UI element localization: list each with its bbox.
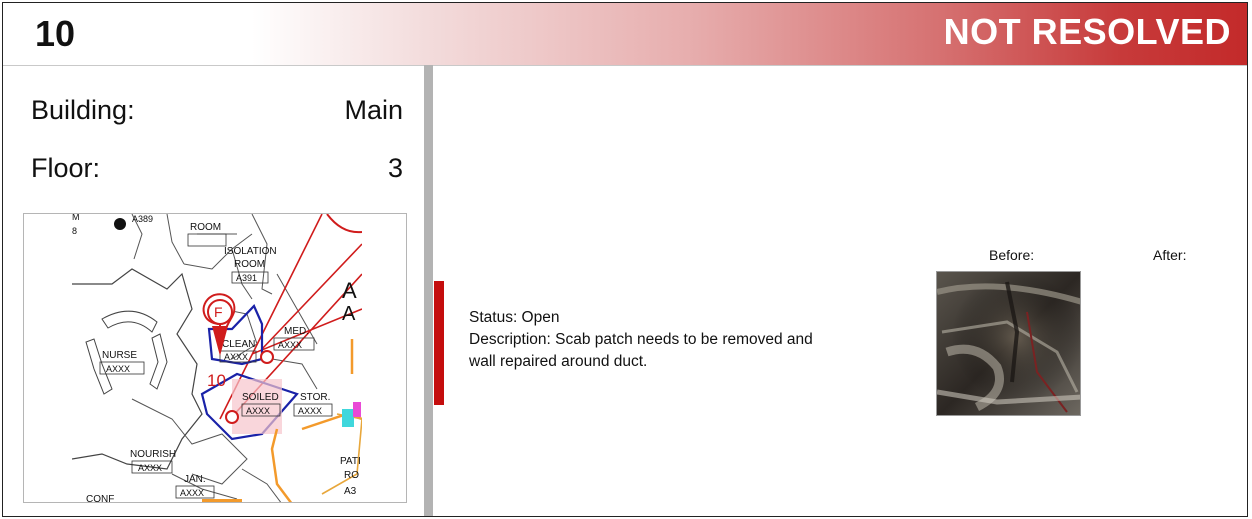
pin-number: 10 [207,371,226,390]
before-photo[interactable] [936,271,1081,416]
map-label-conf: CONF [86,494,114,503]
issue-card: 10 NOT RESOLVED Building: Main Floor: 3 [2,2,1248,517]
map-label-a3: A3 [344,486,357,497]
panel-divider [424,65,433,516]
building-label: Building: [31,95,135,125]
map-label-axxx-stor: AXXX [298,406,322,416]
pin-letter: F [214,304,223,320]
status-line: Status: Open [469,309,560,326]
status-marker [434,281,444,405]
description-line-1: Description: Scab patch needs to be remo… [469,331,813,348]
resolution-status: NOT RESOLVED [943,11,1231,52]
map-label-a389: A389 [132,214,153,224]
map-label-isolation: ISOLATION [224,246,277,257]
map-label-axxx-jan: AXXX [180,488,204,498]
map-label-nurse: NURSE [102,350,137,361]
map-label-nourish: NOURISH [130,449,176,460]
map-label-soiled: SOILED [242,392,279,403]
location-panel: Building: Main Floor: 3 M 8 A389 ROOM IS… [3,65,423,516]
map-label-room2: ROOM [234,259,265,270]
map-label-med: MED. [284,326,309,337]
map-label-edge-a: A [342,278,357,303]
description-line-2: wall repaired around duct. [469,353,648,370]
floor-plan-map: M 8 A389 ROOM ISOLATION ROOM A391 NURSE … [23,213,407,503]
map-label-jan: JAN. [184,474,206,485]
map-label-8: 8 [72,226,77,236]
issue-description: Status: Open Description: Scab patch nee… [469,307,914,373]
issue-header: 10 NOT RESOLVED [3,3,1247,66]
floor-value: 3 [387,153,403,183]
map-label-ro: RO [344,470,359,481]
map-label-edge-a2: A [342,303,356,325]
map-label-axxx-soiled: AXXX [246,406,270,416]
duct-photo-image [937,272,1080,415]
map-label-clean: CLEAN [222,339,255,350]
map-label-axxx-nurse: AXXX [106,364,130,374]
building-value: Main [344,95,403,125]
map-label-stor: STOR. [300,392,330,403]
floor-row: Floor: 3 [31,153,403,184]
floor-label: Floor: [31,153,101,183]
map-label-room-top: ROOM [190,222,221,233]
map-label-axxx-med: AXXX [278,340,302,350]
map-label-axxx-nourish: AXXX [138,463,162,473]
before-label: Before: [989,247,1035,263]
map-label-axxx-clean: AXXX [224,352,248,362]
issue-number: 10 [35,13,76,54]
map-label-pati: PATI [340,456,361,467]
map-label-m: M [72,214,80,222]
floor-plan-drawing: M 8 A389 ROOM ISOLATION ROOM A391 NURSE … [72,214,362,503]
after-label: After: [1153,247,1187,263]
building-row: Building: Main [31,95,403,126]
map-label-a391: A391 [236,273,257,283]
